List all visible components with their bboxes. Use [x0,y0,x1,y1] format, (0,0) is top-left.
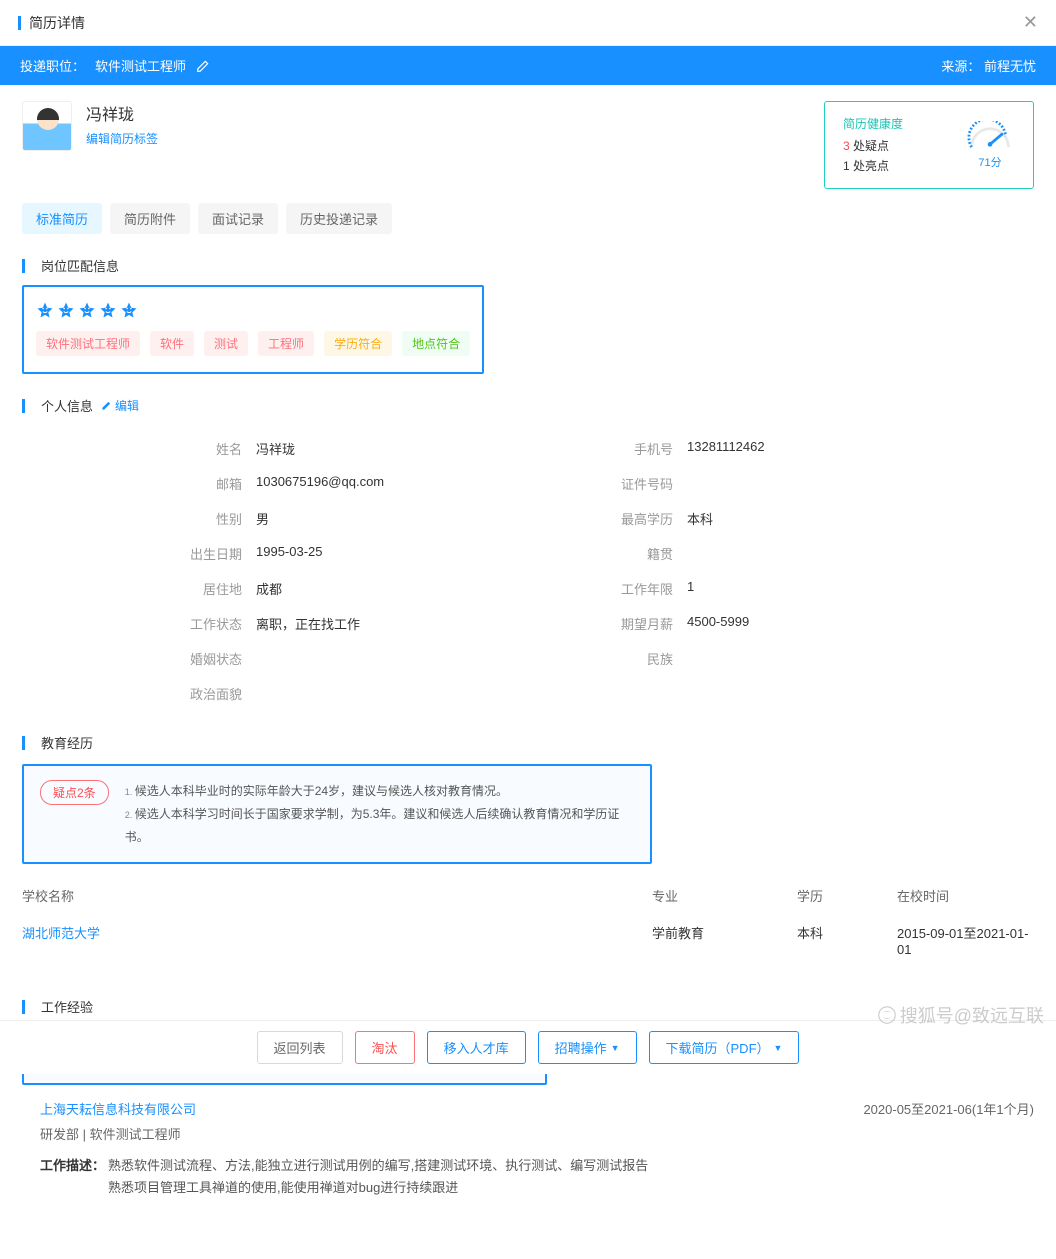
star-icon [78,301,96,319]
work-desc-line: 熟悉项目管理工具禅道的使用,能使用禅道对bug进行持续跟进 [108,1177,648,1199]
info-value [242,684,256,703]
info-value: 1995-03-25 [242,544,323,563]
info-value [673,474,687,493]
work-company[interactable]: 上海天耘信息科技有限公司 [40,1099,196,1118]
match-tag: 工程师 [258,331,314,356]
info-label: 居住地 [172,579,242,598]
info-value: 1 [673,579,694,598]
info-value: 成都 [242,579,282,598]
info-label: 手机号 [603,439,673,458]
info-value [673,544,687,563]
match-tag: 软件测试工程师 [36,331,140,356]
info-label: 出生日期 [172,544,242,563]
health-title: 简历健康度 [843,114,903,134]
section-personal: 个人信息 [41,396,93,415]
match-tag: 地点符合 [402,331,470,356]
star-icon [120,301,138,319]
chevron-down-icon: ▼ [774,1043,783,1053]
info-value: 离职，正在找工作 [242,614,360,633]
match-tag: 学历符合 [324,331,392,356]
info-label: 政治面貌 [172,684,242,703]
health-highlight: 1 处亮点 [843,156,903,176]
health-score: 71分 [965,154,1015,170]
issue-item: 候选人本科毕业时的实际年龄大于24岁，建议与候选人核对教育情况。 [125,780,634,803]
reject-button[interactable]: 淘汰 [355,1031,415,1064]
edit-icon[interactable] [196,59,210,73]
source-value: 前程无忧 [984,59,1036,74]
back-button[interactable]: 返回列表 [257,1031,343,1064]
work-desc-label: 工作描述： [40,1155,108,1199]
watermark: 搜狐号@致远互联 [878,1002,1044,1028]
edit-personal-link[interactable]: 编辑 [101,397,139,414]
school-link[interactable]: 湖北师范大学 [22,923,652,957]
modal-title: 简历详情 [29,13,85,33]
info-label: 工作年限 [603,579,673,598]
tab-1[interactable]: 简历附件 [110,203,190,234]
info-value: 13281112462 [673,439,765,458]
info-value [673,649,687,668]
info-value: 1030675196@qq.com [242,474,384,493]
chevron-down-icon: ▼ [611,1043,620,1053]
health-box: 简历健康度 3 处疑点 1 处亮点 71分 [824,101,1034,189]
work-duration: 2020-05至2021-06(1年1个月) [863,1099,1034,1118]
work-desc-line: 熟悉软件测试流程、方法,能独立进行测试用例的编写,搭建测试环境、执行测试、编写测… [108,1155,648,1177]
education-issues: 疑点2条 候选人本科毕业时的实际年龄大于24岁，建议与候选人核对教育情况。候选人… [22,764,652,864]
info-label: 最高学历 [603,509,673,528]
close-icon[interactable]: ✕ [1023,12,1038,33]
source-label: 来源： [941,59,980,74]
info-label: 婚姻状态 [172,649,242,668]
match-tag: 软件 [150,331,194,356]
work-dept: 研发部 | 软件测试工程师 [22,1124,1034,1143]
info-label: 籍贯 [603,544,673,563]
info-value: 男 [242,509,269,528]
issue-item: 候选人本科学习时间长于国家要求学制，为5.3年。建议和候选人后续确认教育情况和学… [125,803,634,848]
position-value: 软件测试工程师 [95,56,186,75]
edit-tags-link[interactable]: 编辑简历标签 [86,130,158,147]
info-value: 冯祥珑 [242,439,295,458]
info-value: 4500-5999 [673,614,749,633]
section-match: 岗位匹配信息 [41,256,119,275]
info-label: 姓名 [172,439,242,458]
recruit-ops-button[interactable]: 招聘操作▼ [538,1031,637,1064]
position-label: 投递职位： [20,56,85,75]
match-tag: 测试 [204,331,248,356]
col-degree: 学历 [797,886,897,905]
download-pdf-button[interactable]: 下载简历（PDF）▼ [649,1031,800,1064]
col-school: 学校名称 [22,886,652,905]
tab-2[interactable]: 面试记录 [198,203,278,234]
info-label: 邮箱 [172,474,242,493]
candidate-name: 冯祥珑 [86,101,158,125]
info-label: 民族 [603,649,673,668]
health-gauge: 71分 [965,121,1015,170]
info-label: 证件号码 [603,474,673,493]
health-doubt: 3 处疑点 [843,136,903,156]
info-value: 本科 [673,509,713,528]
move-to-pool-button[interactable]: 移入人才库 [427,1031,526,1064]
info-value [242,649,256,668]
tab-0[interactable]: 标准简历 [22,203,102,234]
match-box: 软件测试工程师软件测试工程师学历符合地点符合 [22,285,484,374]
info-label: 工作状态 [172,614,242,633]
table-row: 湖北师范大学学前教育本科2015-09-01至2021-01-01 [22,913,1034,967]
section-work: 工作经验 [41,997,93,1016]
star-icon [36,301,54,319]
position-bar: 投递职位： 软件测试工程师 来源： 前程无忧 [0,46,1056,85]
col-time: 在校时间 [897,886,1034,905]
sohu-icon [878,1006,896,1024]
info-label: 期望月薪 [603,614,673,633]
tab-3[interactable]: 历史投递记录 [286,203,392,234]
col-major: 专业 [652,886,797,905]
star-icon [57,301,75,319]
avatar [22,101,72,151]
section-education: 教育经历 [41,733,93,752]
info-label: 性别 [172,509,242,528]
star-icon [99,301,117,319]
edu-issue-badge: 疑点2条 [40,780,109,805]
